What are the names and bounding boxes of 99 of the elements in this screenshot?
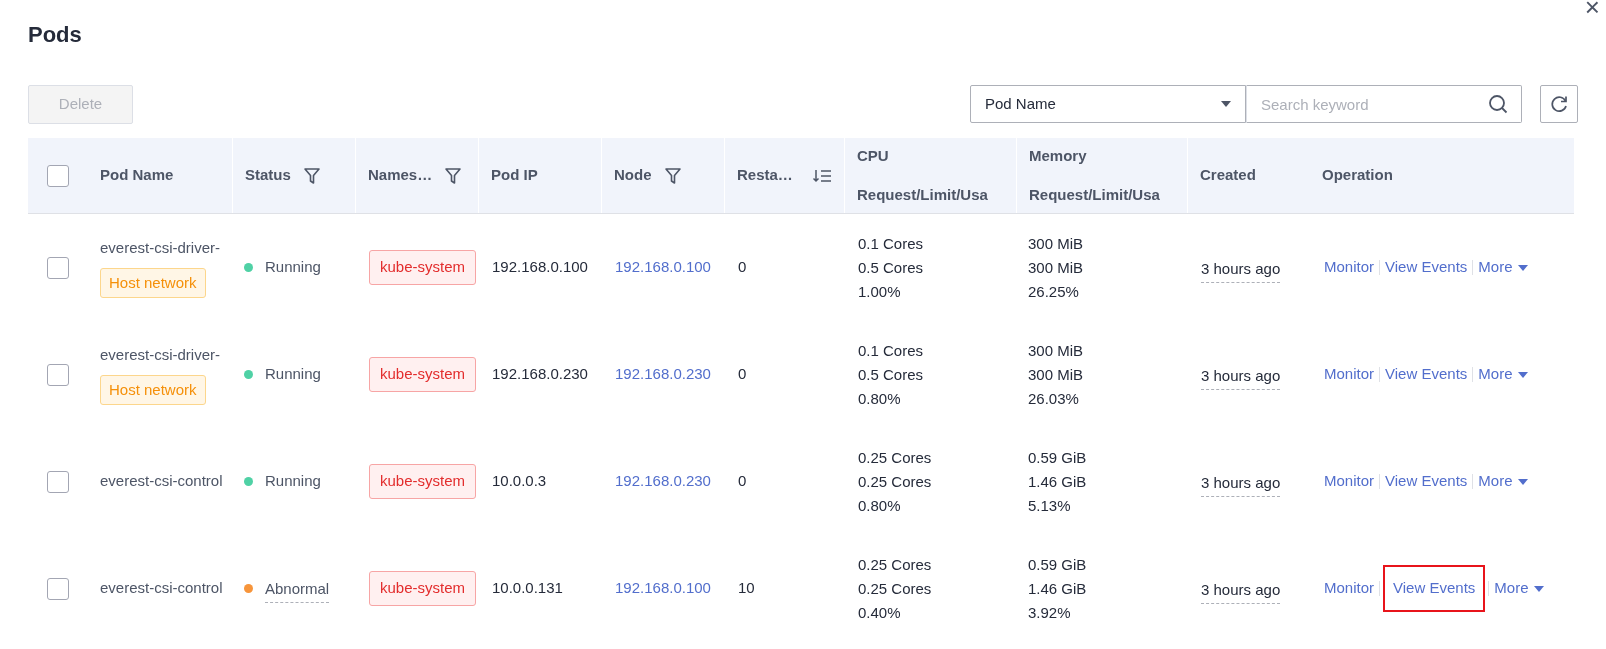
refresh-icon bbox=[1549, 94, 1569, 114]
cpu-value: 0.25 Cores bbox=[858, 554, 933, 575]
close-button[interactable]: × bbox=[1584, 0, 1600, 20]
pod-ip: 192.168.0.100 bbox=[492, 257, 588, 278]
pod-name: everest-csi-driver- bbox=[100, 238, 221, 258]
more-dropdown-link[interactable]: More bbox=[1478, 470, 1529, 493]
caret-icon bbox=[1221, 101, 1231, 107]
host-network-tag: Host network bbox=[100, 374, 206, 405]
node-link[interactable]: 192.168.0.100 bbox=[615, 577, 711, 600]
created-time: 3 hours ago bbox=[1201, 578, 1281, 605]
pod-name: everest-csi-control bbox=[100, 471, 224, 492]
checkbox[interactable] bbox=[47, 256, 69, 279]
memory-value: 300 MiB bbox=[1028, 233, 1085, 254]
more-dropdown-link[interactable]: More bbox=[1478, 256, 1529, 279]
more-dropdown-link[interactable]: More bbox=[1494, 577, 1545, 600]
cpu-value: 1.00% bbox=[858, 281, 902, 302]
checkbox[interactable] bbox=[47, 164, 69, 187]
namespace-tag: kube-system bbox=[369, 357, 477, 392]
created-time: 3 hours ago bbox=[1201, 257, 1281, 284]
column-header: Node bbox=[614, 165, 652, 186]
cpu-value: 0.25 Cores bbox=[858, 578, 933, 599]
restart-count: 0 bbox=[738, 471, 747, 492]
status-text: Running bbox=[265, 471, 321, 492]
namespace-tag: kube-system bbox=[369, 464, 477, 499]
column-subheader: Request/Limit/Usa bbox=[857, 184, 988, 205]
operation-link[interactable]: Monitor bbox=[1324, 577, 1375, 600]
caret-icon bbox=[1518, 264, 1529, 271]
column-header: Names… bbox=[368, 165, 433, 186]
column-header: CPU bbox=[857, 146, 890, 166]
search-icon[interactable] bbox=[1488, 94, 1508, 114]
memory-value: 300 MiB bbox=[1028, 364, 1085, 385]
column-header: Pod Name bbox=[100, 165, 174, 186]
memory-value: 26.25% bbox=[1028, 281, 1080, 302]
restart-count: 0 bbox=[738, 364, 747, 385]
filter-icon[interactable] bbox=[663, 166, 682, 185]
cpu-value: 0.25 Cores bbox=[858, 471, 933, 492]
operation-link[interactable]: Monitor bbox=[1324, 470, 1375, 493]
cpu-value: 0.5 Cores bbox=[858, 364, 925, 385]
pod-name: everest-csi-control bbox=[100, 578, 224, 599]
column-header: Status bbox=[245, 165, 291, 186]
caret-icon bbox=[1534, 585, 1545, 592]
cpu-value: 0.80% bbox=[858, 388, 902, 409]
memory-value: 300 MiB bbox=[1028, 340, 1085, 361]
pod-ip: 10.0.0.131 bbox=[492, 578, 563, 599]
memory-value: 26.03% bbox=[1028, 388, 1080, 409]
memory-value: 1.46 GiB bbox=[1028, 471, 1088, 492]
cpu-value: 0.5 Cores bbox=[858, 257, 925, 278]
column-subheader: Request/Limit/Usa bbox=[1029, 184, 1160, 205]
sort-icon[interactable] bbox=[812, 167, 832, 184]
pod-name: everest-csi-driver- bbox=[100, 345, 221, 365]
memory-value: 1.46 GiB bbox=[1028, 578, 1088, 599]
column-header: Memory bbox=[1029, 146, 1088, 166]
memory-value: 3.92% bbox=[1028, 602, 1072, 623]
search-field-select[interactable]: Pod Name bbox=[970, 85, 1246, 123]
cpu-value: 0.25 Cores bbox=[858, 447, 933, 468]
caret-icon bbox=[1518, 478, 1529, 485]
refresh-button[interactable] bbox=[1540, 85, 1578, 123]
memory-value: 0.59 GiB bbox=[1028, 447, 1088, 468]
namespace-tag: kube-system bbox=[369, 250, 477, 285]
restart-count: 0 bbox=[738, 257, 747, 278]
operation-link[interactable]: View Events bbox=[1385, 256, 1468, 279]
status-text[interactable]: Abnormal bbox=[265, 577, 330, 604]
search-field[interactable]: Search keyword bbox=[1246, 85, 1522, 123]
more-dropdown-link[interactable]: More bbox=[1478, 363, 1529, 386]
pod-ip: 10.0.0.3 bbox=[492, 471, 547, 492]
column-header: Created bbox=[1200, 165, 1256, 186]
operation-link[interactable]: View Events bbox=[1385, 363, 1468, 386]
node-link[interactable]: 192.168.0.230 bbox=[615, 470, 711, 493]
filter-icon[interactable] bbox=[302, 166, 321, 185]
cpu-value: 0.40% bbox=[858, 602, 902, 623]
checkbox[interactable] bbox=[47, 577, 69, 600]
cpu-value: 0.1 Cores bbox=[858, 233, 925, 254]
memory-value: 0.59 GiB bbox=[1028, 554, 1088, 575]
column-header: Resta… bbox=[737, 165, 793, 186]
column-header: Operation bbox=[1322, 165, 1393, 186]
filter-icon[interactable] bbox=[444, 166, 463, 185]
created-time: 3 hours ago bbox=[1201, 471, 1281, 498]
operation-link[interactable]: View Events bbox=[1385, 470, 1468, 493]
created-time: 3 hours ago bbox=[1201, 364, 1281, 391]
operation-link[interactable]: Monitor bbox=[1324, 256, 1375, 279]
operation-link[interactable]: Monitor bbox=[1324, 363, 1375, 386]
checkbox[interactable] bbox=[47, 363, 69, 386]
namespace-tag: kube-system bbox=[369, 571, 477, 606]
restart-count: 10 bbox=[738, 578, 755, 599]
dialog-title: Pods bbox=[28, 21, 83, 49]
node-link[interactable]: 192.168.0.100 bbox=[615, 256, 711, 279]
operation-link[interactable]: View Events bbox=[1385, 567, 1484, 610]
cpu-value: 0.80% bbox=[858, 495, 902, 516]
host-network-tag: Host network bbox=[100, 267, 206, 298]
status-text: Running bbox=[265, 257, 321, 278]
column-header: Pod IP bbox=[491, 165, 538, 186]
pod-ip: 192.168.0.230 bbox=[492, 364, 588, 385]
status-text: Running bbox=[265, 364, 321, 385]
caret-icon bbox=[1518, 371, 1529, 378]
node-link[interactable]: 192.168.0.230 bbox=[615, 363, 711, 386]
memory-value: 300 MiB bbox=[1028, 257, 1085, 278]
checkbox[interactable] bbox=[47, 470, 69, 493]
cpu-value: 0.1 Cores bbox=[858, 340, 925, 361]
memory-value: 5.13% bbox=[1028, 495, 1072, 516]
